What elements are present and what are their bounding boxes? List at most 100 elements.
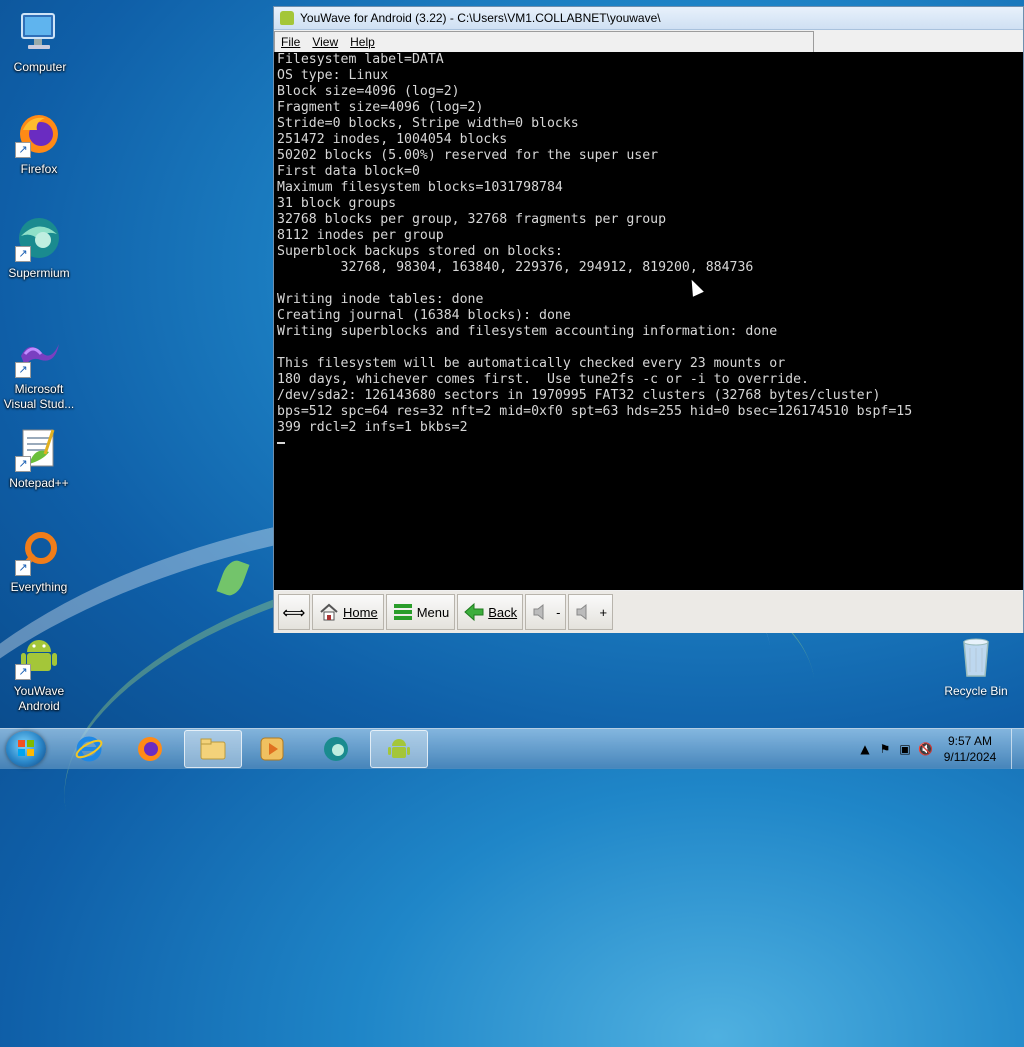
desktop-icon-label: Microsoft Visual Stud...: [3, 382, 75, 411]
show-desktop-button[interactable]: [1011, 729, 1024, 769]
clock-time: 9:57 AM: [947, 734, 993, 748]
taskbar-youwave[interactable]: [370, 730, 428, 768]
console-cursor: [277, 436, 1023, 452]
windows-logo-icon: [18, 740, 34, 756]
everything-icon: ↗: [15, 528, 63, 576]
console-line: Fragment size=4096 (log=2): [277, 100, 484, 115]
menu-label: Menu: [416, 604, 450, 620]
supermium-icon: [324, 737, 348, 761]
internet-explorer-icon: [75, 736, 103, 762]
console-line: 251472 inodes, 1004054 blocks: [277, 132, 508, 147]
console-line: 399 rdcl=2 infs=1 bkbs=2: [277, 420, 468, 435]
volume-down-label: -: [556, 604, 561, 620]
console-line: 180 days, whichever comes first. Use tun…: [277, 372, 809, 387]
android-icon: [388, 739, 410, 758]
console-output[interactable]: Filesystem label=DATA OS type: Linux Block…: [274, 52, 1023, 590]
desktop-icon-label: Supermium: [8, 266, 70, 280]
desktop-icon-computer[interactable]: Computer: [2, 8, 78, 75]
menu-button[interactable]: Menu: [385, 594, 456, 630]
console-line: Stride=0 blocks, Stripe width=0 blocks: [277, 116, 579, 131]
console-line: Writing superblocks and filesystem accou…: [277, 324, 778, 339]
desktop-icon-recycle-bin[interactable]: Recycle Bin: [938, 632, 1014, 698]
console-line: 50202 blocks (5.00%) reserved for the su…: [277, 148, 659, 163]
emulator-toolbar: ⟺ Home Menu Back - +: [274, 591, 1023, 633]
computer-icon: [16, 8, 64, 56]
console-line: Block size=4096 (log=2): [277, 84, 460, 99]
back-arrow-icon: [463, 601, 485, 623]
home-button[interactable]: Home: [312, 594, 384, 630]
desktop-icon-label: YouWave Android: [13, 684, 65, 713]
menu-file[interactable]: File: [275, 35, 306, 49]
home-icon: [318, 601, 340, 623]
shortcut-arrow-icon: ↗: [15, 664, 31, 680]
firefox-icon: ↗: [15, 110, 63, 158]
desktop-icon-everything[interactable]: ↗ Everything: [1, 528, 77, 595]
system-tray: ▲ ⚑ ▣ 🔇 9:57 AM 9/11/2024: [855, 729, 1024, 769]
shortcut-arrow-icon: ↗: [15, 456, 31, 472]
android-icon: [280, 11, 294, 25]
console-line: First data block=0: [277, 164, 420, 179]
media-player-icon: [260, 737, 284, 761]
console-line: Filesystem label=DATA: [277, 52, 444, 67]
clock[interactable]: 9:57 AM 9/11/2024: [935, 733, 1005, 765]
menu-view[interactable]: View: [306, 35, 344, 49]
speaker-icon: [574, 601, 596, 623]
taskbar-firefox[interactable]: [121, 730, 179, 768]
desktop-icon-firefox[interactable]: ↗ Firefox: [1, 110, 77, 177]
volume-muted-icon[interactable]: 🔇: [918, 742, 933, 756]
desktop-icon-visual-studio[interactable]: ↗ Microsoft Visual Stud...: [1, 330, 77, 412]
volume-down-button[interactable]: -: [525, 594, 567, 630]
visual-studio-icon: ↗: [15, 330, 63, 378]
window-titlebar[interactable]: YouWave for Android (3.22) - C:\Users\VM…: [274, 7, 1023, 30]
console-line: Creating journal (16384 blocks): done: [277, 308, 571, 323]
volume-up-label: +: [599, 604, 608, 620]
network-icon[interactable]: ▣: [898, 742, 912, 756]
supermium-icon: ↗: [15, 214, 63, 262]
console-line: Maximum filesystem blocks=1031798784: [277, 180, 563, 195]
taskbar-ie[interactable]: [60, 730, 118, 768]
console-line: OS type: Linux: [277, 68, 389, 83]
back-button[interactable]: Back: [457, 594, 524, 630]
desktop-icon-youwave[interactable]: ↗ YouWave Android: [1, 632, 77, 714]
start-button[interactable]: [6, 731, 46, 767]
rotate-button[interactable]: ⟺: [278, 594, 310, 630]
youwave-window[interactable]: YouWave for Android (3.22) - C:\Users\VM…: [273, 6, 1024, 633]
console-line: 32768 blocks per group, 32768 fragments …: [277, 212, 667, 227]
console-line: bps=512 spc=64 res=32 nft=2 mid=0xf0 spt…: [277, 404, 913, 419]
home-label: Home: [343, 604, 378, 620]
desktop-icon-notepadpp[interactable]: ↗ Notepad++: [1, 424, 77, 491]
clock-date: 9/11/2024: [943, 750, 997, 764]
console-line: Superblock backups stored on blocks:: [277, 244, 563, 259]
desktop-icon-label: Firefox: [20, 162, 58, 176]
notepadpp-icon: ↗: [15, 424, 63, 472]
android-icon: ↗: [15, 632, 63, 680]
show-hidden-icons-icon[interactable]: ▲: [858, 742, 872, 756]
taskbar-supermium[interactable]: [307, 730, 365, 768]
shortcut-arrow-icon: ↗: [15, 560, 31, 576]
desktop-icon-label: Notepad++: [9, 476, 69, 490]
shortcut-arrow-icon: ↗: [15, 362, 31, 378]
window-title: YouWave for Android (3.22) - C:\Users\VM…: [300, 11, 661, 25]
console-line: /dev/sda2: 126143680 sectors in 1970995 …: [277, 388, 881, 403]
console-line: 32768, 98304, 163840, 229376, 294912, 81…: [277, 260, 754, 275]
back-label: Back: [488, 604, 518, 620]
menu-bar: File View Help: [274, 31, 814, 53]
taskbar-media-player[interactable]: [243, 730, 301, 768]
taskbar-explorer[interactable]: [184, 730, 242, 768]
desktop-icon-label: Computer: [13, 60, 67, 74]
desktop-icon-supermium[interactable]: ↗ Supermium: [1, 214, 77, 281]
shortcut-arrow-icon: ↗: [15, 246, 31, 262]
volume-up-button[interactable]: +: [568, 594, 614, 630]
console-line: Writing inode tables: done: [277, 292, 484, 307]
console-line: 31 block groups: [277, 196, 397, 211]
menu-help[interactable]: Help: [344, 35, 381, 49]
taskbar: ▲ ⚑ ▣ 🔇 9:57 AM 9/11/2024: [0, 728, 1024, 769]
desktop-icon-label: Everything: [10, 580, 68, 594]
recycle-bin-icon: [952, 632, 1000, 680]
action-center-flag-icon[interactable]: ⚑: [878, 742, 892, 756]
recycle-bin-label: Recycle Bin: [944, 684, 1008, 698]
console-line: 8112 inodes per group: [277, 228, 444, 243]
folder-icon: [200, 738, 226, 760]
